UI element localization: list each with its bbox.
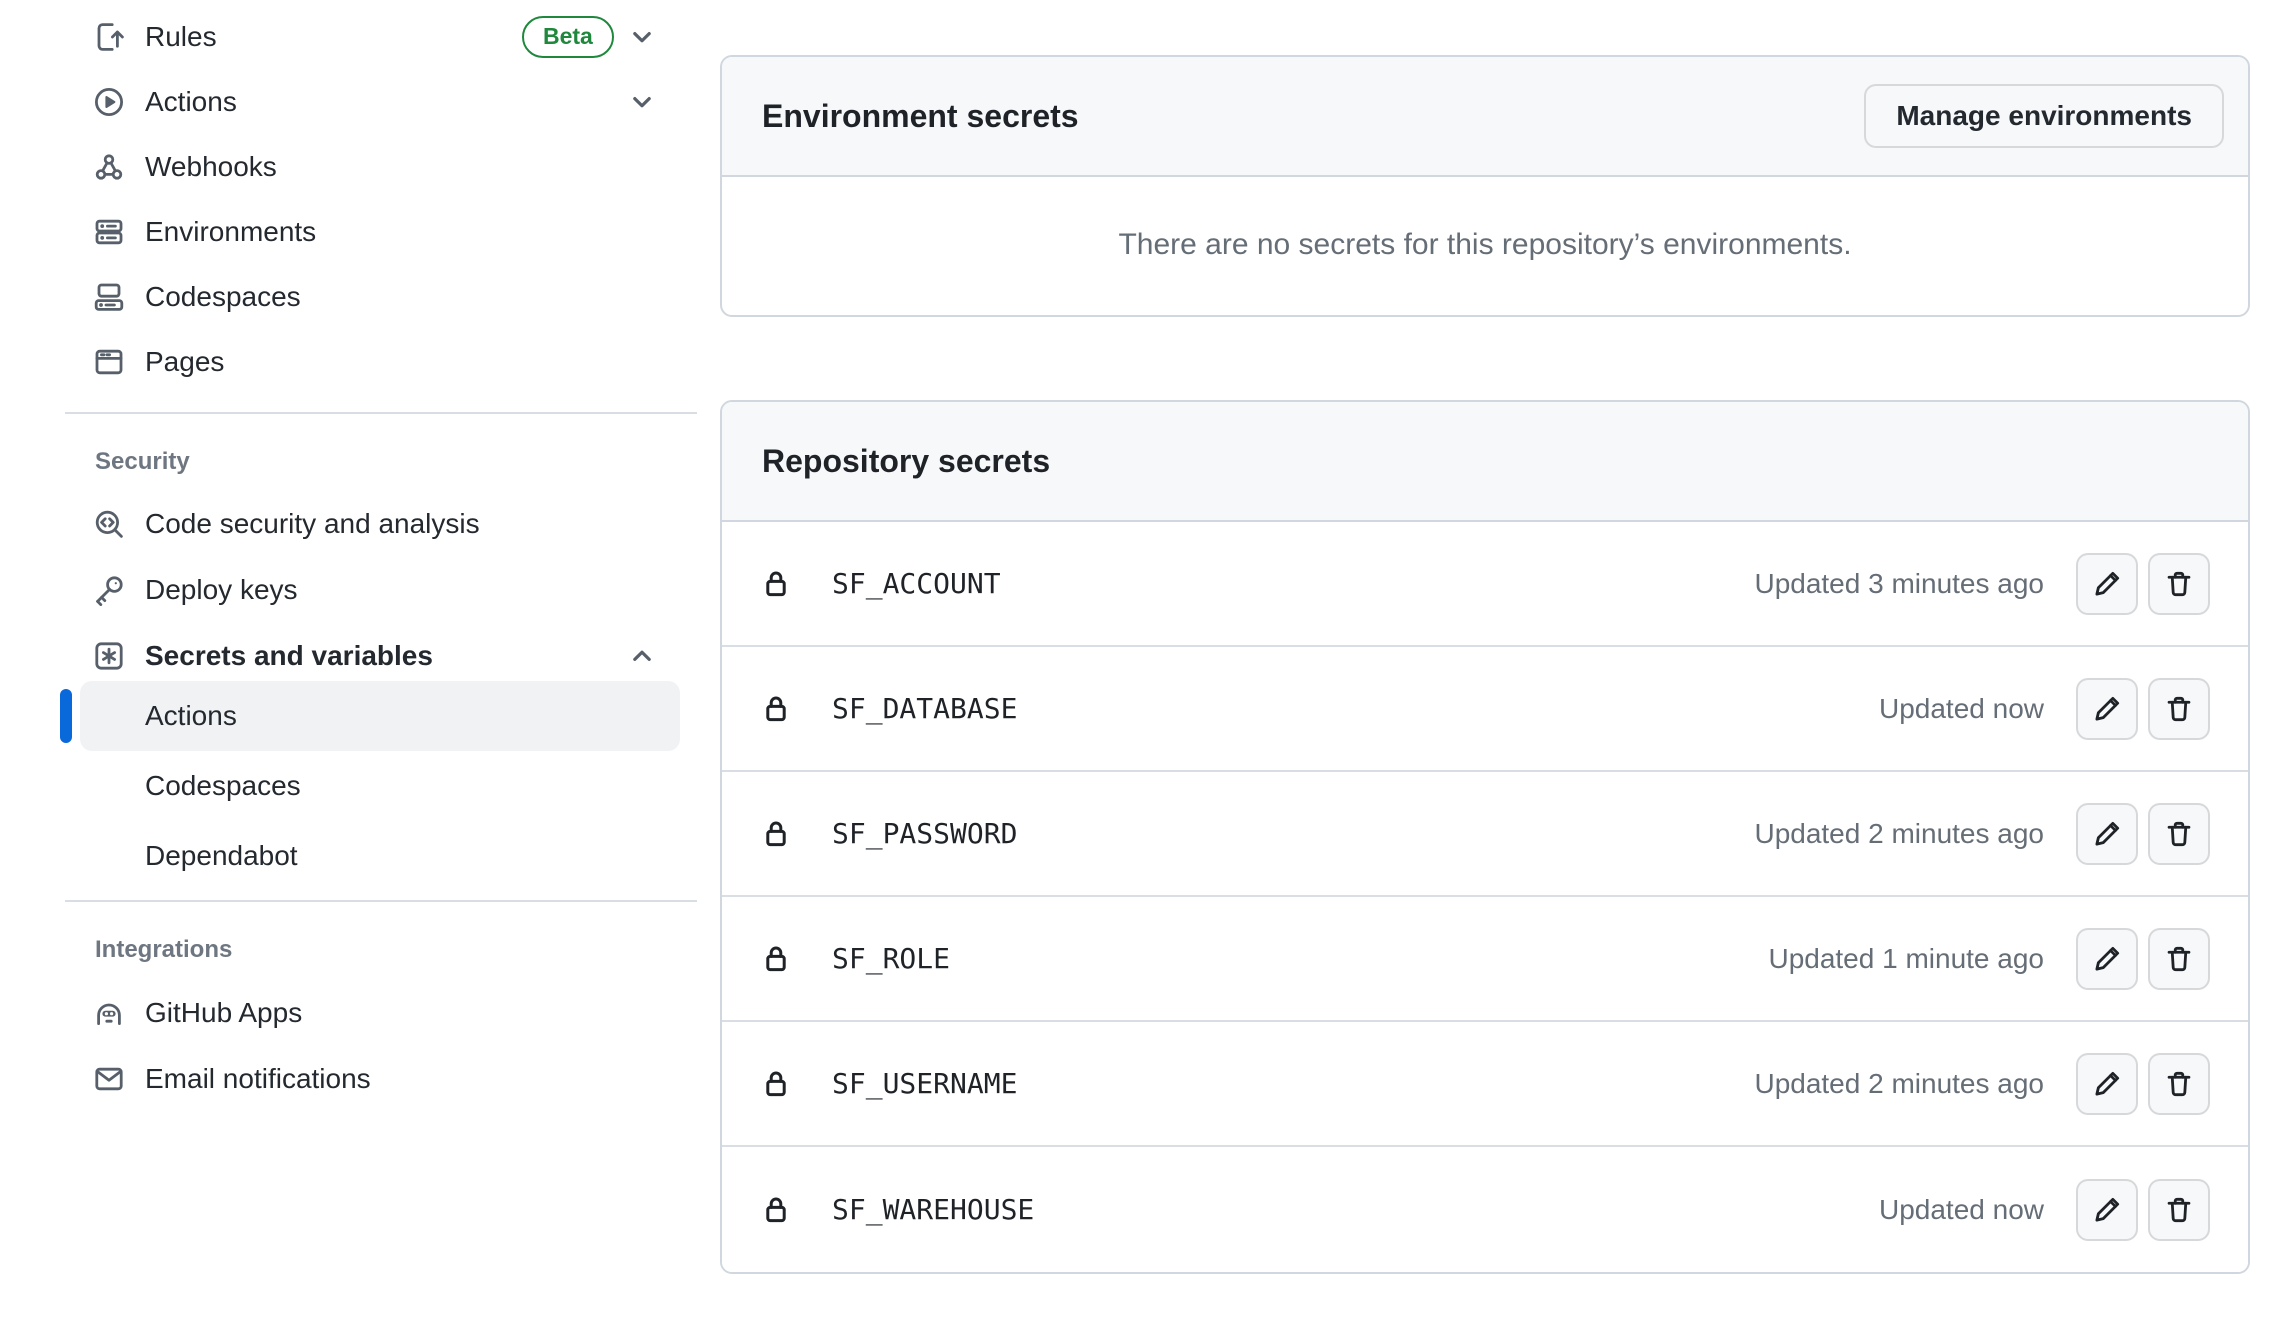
edit-secret-button[interactable]	[2076, 678, 2138, 740]
beta-badge: Beta	[522, 16, 614, 58]
sidebar-item-actions[interactable]: Actions	[60, 69, 700, 134]
sidebar-item-rules[interactable]: Rules Beta	[60, 4, 700, 69]
secret-row: SF_PASSWORD Updated 2 minutes ago	[722, 772, 2248, 897]
sidebar-item-codespaces[interactable]: Codespaces	[60, 264, 700, 329]
sidebar-item-label: Email notifications	[145, 1063, 371, 1095]
mail-icon	[93, 1063, 125, 1095]
edit-secret-button[interactable]	[2076, 803, 2138, 865]
sidebar-item-secrets-and-variables[interactable]: Secrets and variables	[60, 623, 700, 689]
edit-secret-button[interactable]	[2076, 928, 2138, 990]
delete-secret-button[interactable]	[2148, 678, 2210, 740]
key-icon	[93, 574, 125, 606]
repository-secrets-header: Repository secrets	[722, 402, 2248, 522]
repository-secrets-list: SF_ACCOUNT Updated 3 minutes ago SF_DATA…	[722, 522, 2248, 1272]
codescan-icon	[93, 508, 125, 540]
codespaces-icon	[93, 281, 125, 313]
edit-secret-button[interactable]	[2076, 1053, 2138, 1115]
sidebar-section-title-integrations: Integrations	[95, 936, 232, 964]
sidebar-item-label: Rules	[145, 21, 217, 53]
sidebar-item-environments[interactable]: Environments	[60, 199, 700, 264]
sidebar-section-title-security: Security	[95, 448, 190, 476]
sidebar-item-label: Webhooks	[145, 151, 277, 183]
secret-updated-timestamp: Updated 2 minutes ago	[1754, 1068, 2044, 1100]
secret-updated-timestamp: Updated 2 minutes ago	[1754, 818, 2044, 850]
sidebar-item-label: Codespaces	[145, 281, 301, 313]
edit-secret-button[interactable]	[2076, 553, 2138, 615]
secret-row: SF_DATABASE Updated now	[722, 647, 2248, 772]
repository-secrets-card: Repository secrets SF_ACCOUNT Updated 3 …	[720, 400, 2250, 1274]
delete-secret-button[interactable]	[2148, 1053, 2210, 1115]
delete-secret-button[interactable]	[2148, 928, 2210, 990]
sidebar-item-pages[interactable]: Pages	[60, 329, 700, 394]
repo-settings-page: Rules Beta Actions Webhooks	[0, 0, 2294, 1322]
server-icon	[93, 216, 125, 248]
manage-environments-button[interactable]: Manage environments	[1864, 84, 2224, 148]
lock-icon	[760, 1194, 792, 1226]
secret-name: SF_ACCOUNT	[832, 567, 1001, 600]
lock-icon	[760, 693, 792, 725]
sidebar-integrations-list: GitHub Apps Email notifications	[60, 980, 700, 1112]
rules-icon	[93, 21, 125, 53]
sidebar-item-label: Environments	[145, 216, 316, 248]
delete-secret-button[interactable]	[2148, 803, 2210, 865]
secret-name: SF_DATABASE	[832, 692, 1017, 725]
repository-secrets-title: Repository secrets	[762, 443, 1050, 480]
subnav-item-codespaces[interactable]: Codespaces	[80, 751, 680, 821]
sidebar-divider	[65, 900, 697, 902]
environment-secrets-title: Environment secrets	[762, 98, 1079, 135]
edit-secret-button[interactable]	[2076, 1179, 2138, 1241]
lock-icon	[760, 943, 792, 975]
secret-row: SF_USERNAME Updated 2 minutes ago	[722, 1022, 2248, 1147]
sidebar-item-code-security[interactable]: Code security and analysis	[60, 491, 700, 557]
chevron-down-icon	[626, 86, 658, 118]
play-icon	[93, 86, 125, 118]
sidebar-item-deploy-keys[interactable]: Deploy keys	[60, 557, 700, 623]
secret-updated-timestamp: Updated now	[1879, 1194, 2044, 1226]
lock-icon	[760, 568, 792, 600]
delete-secret-button[interactable]	[2148, 1179, 2210, 1241]
sidebar-item-label: Deploy keys	[145, 574, 298, 606]
secret-name: SF_ROLE	[832, 942, 950, 975]
secret-name: SF_WAREHOUSE	[832, 1193, 1034, 1226]
secret-row: SF_ACCOUNT Updated 3 minutes ago	[722, 522, 2248, 647]
secret-updated-timestamp: Updated now	[1879, 693, 2044, 725]
chevron-down-icon	[626, 21, 658, 53]
secret-row: SF_WAREHOUSE Updated now	[722, 1147, 2248, 1272]
key-asterisk-icon	[93, 640, 125, 672]
lock-icon	[760, 1068, 792, 1100]
lock-icon	[760, 818, 792, 850]
sidebar-item-label: GitHub Apps	[145, 997, 302, 1029]
secret-updated-timestamp: Updated 3 minutes ago	[1754, 568, 2044, 600]
delete-secret-button[interactable]	[2148, 553, 2210, 615]
environment-secrets-header: Environment secrets Manage environments	[722, 57, 2248, 177]
sidebar-item-label: Secrets and variables	[145, 640, 433, 672]
environment-secrets-empty-message: There are no secrets for this repository…	[722, 177, 2248, 313]
chevron-up-icon	[626, 640, 658, 672]
hubot-icon	[93, 997, 125, 1029]
environment-secrets-card: Environment secrets Manage environments …	[720, 55, 2250, 317]
sidebar-item-webhooks[interactable]: Webhooks	[60, 134, 700, 199]
sidebar-item-label: Pages	[145, 346, 224, 378]
secret-row: SF_ROLE Updated 1 minute ago	[722, 897, 2248, 1022]
subnav-item-actions[interactable]: Actions	[80, 681, 680, 751]
secrets-subnav: Actions Codespaces Dependabot	[80, 681, 680, 891]
sidebar-nav: Rules Beta Actions Webhooks	[60, 4, 700, 394]
webhook-icon	[93, 151, 125, 183]
secret-updated-timestamp: Updated 1 minute ago	[1768, 943, 2044, 975]
sidebar-item-label: Code security and analysis	[145, 508, 480, 540]
sidebar-item-email-notifications[interactable]: Email notifications	[60, 1046, 700, 1112]
sidebar-item-github-apps[interactable]: GitHub Apps	[60, 980, 700, 1046]
sidebar-divider	[65, 412, 697, 414]
secret-name: SF_PASSWORD	[832, 817, 1017, 850]
sidebar-security-list: Code security and analysis Deploy keys S…	[60, 491, 700, 689]
browser-icon	[93, 346, 125, 378]
subnav-item-dependabot[interactable]: Dependabot	[80, 821, 680, 891]
secret-name: SF_USERNAME	[832, 1067, 1017, 1100]
settings-sidebar: Rules Beta Actions Webhooks	[60, 0, 700, 1322]
sidebar-item-label: Actions	[145, 86, 237, 118]
